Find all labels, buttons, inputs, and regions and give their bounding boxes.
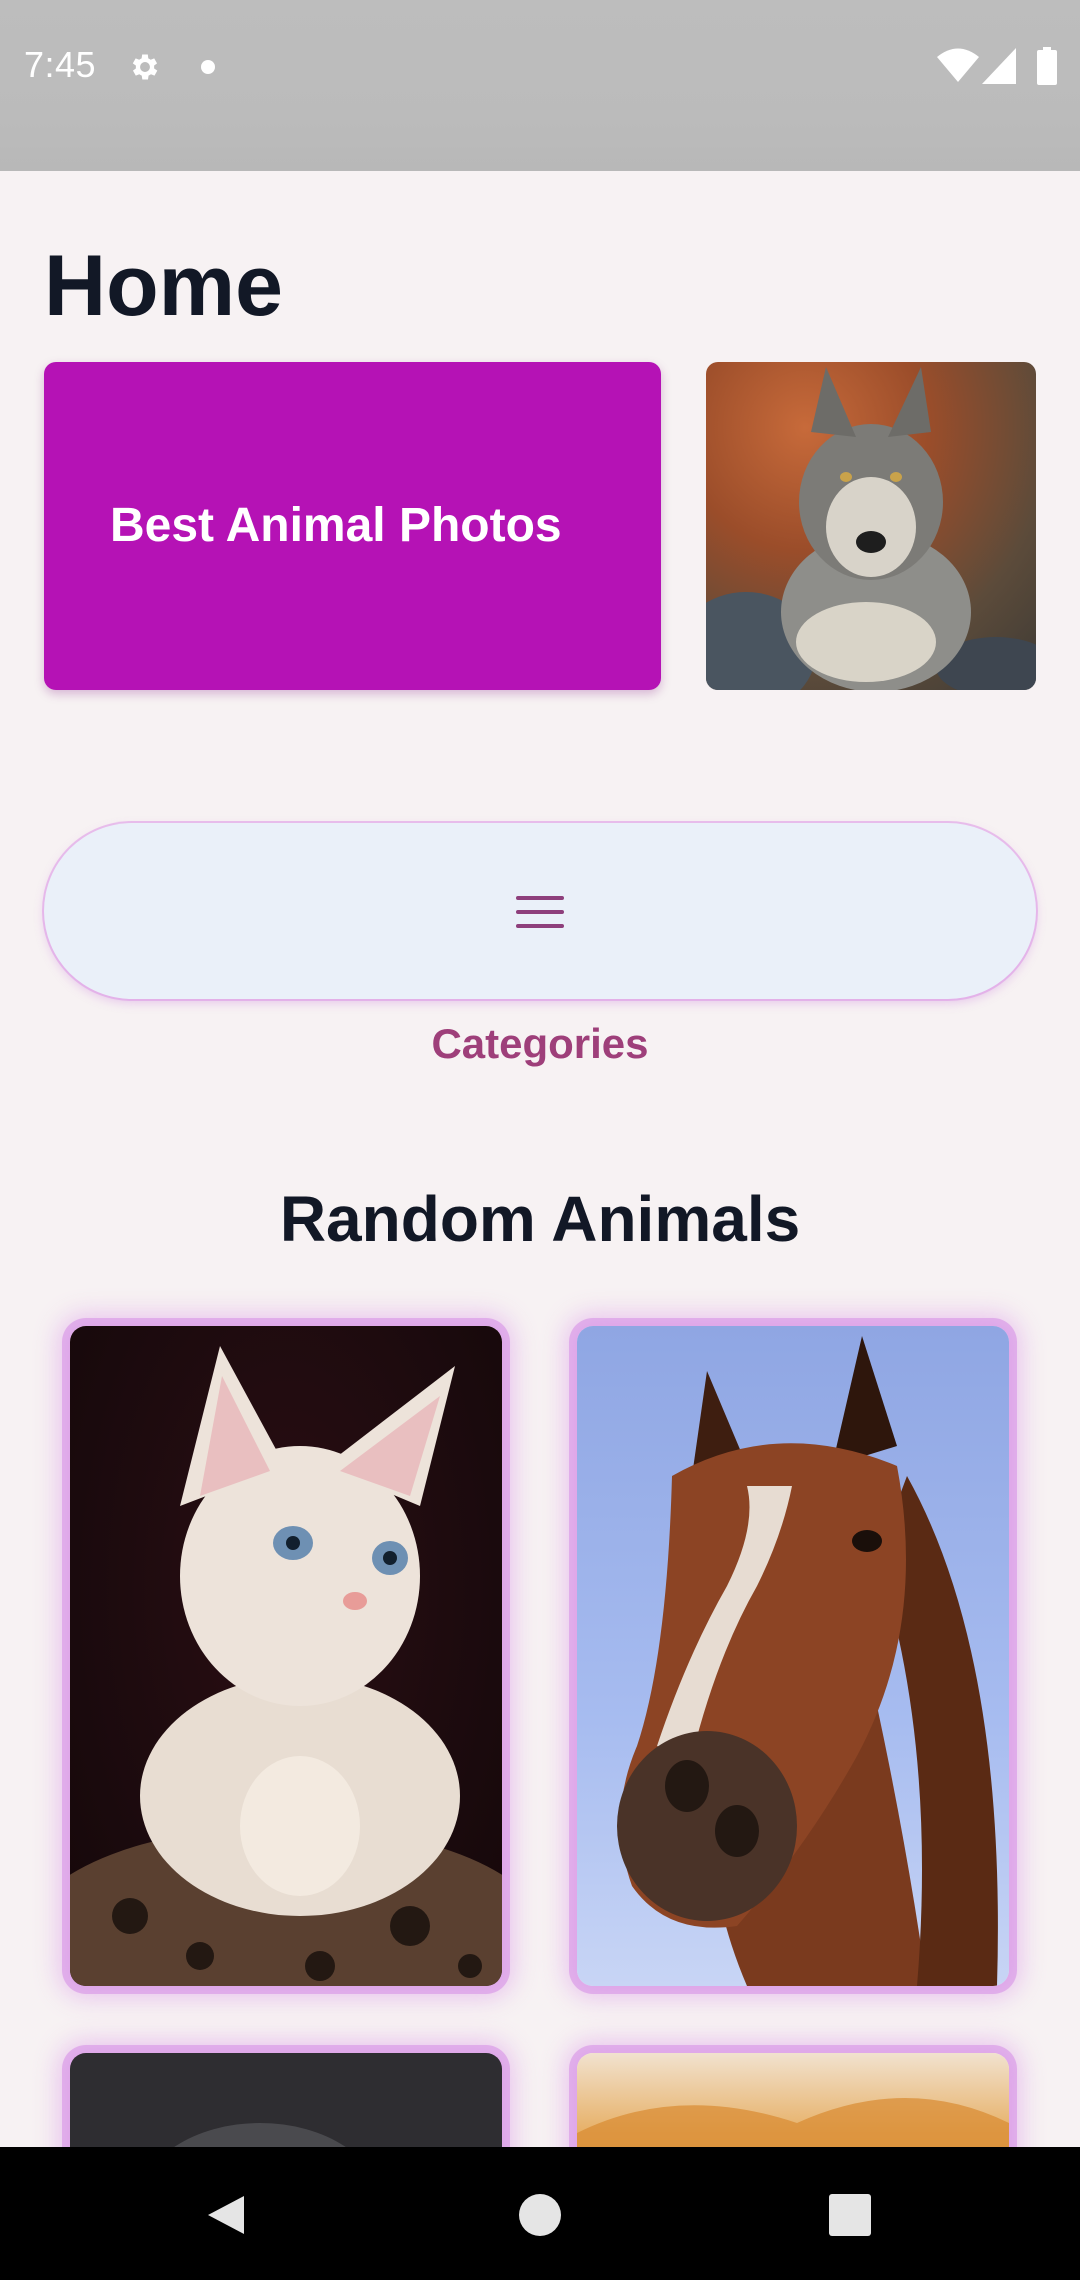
gear-icon [132,54,158,80]
status-time: 7:45 [24,44,97,85]
menu-icon [516,896,564,928]
notification-dot-icon [201,60,215,74]
page-title: Home [44,238,283,334]
status-bar: 7:45 [0,0,1080,171]
battery-icon [1037,47,1057,85]
recents-icon[interactable] [829,2194,871,2236]
home-icon[interactable] [519,2194,561,2236]
wolf-photo[interactable] [706,362,1036,690]
cell-signal-icon [982,48,1016,84]
categories-label: Categories [431,1020,649,1067]
section-title: Random Animals [279,1183,801,1255]
cat-photo[interactable] [70,1326,502,1986]
wifi-icon [937,48,979,82]
featured-title: Best Animal Photos [110,498,562,552]
featured-card[interactable]: Best Animal Photos [44,362,661,690]
horse-photo[interactable] [577,1326,1009,1986]
back-icon[interactable] [206,2194,246,2236]
